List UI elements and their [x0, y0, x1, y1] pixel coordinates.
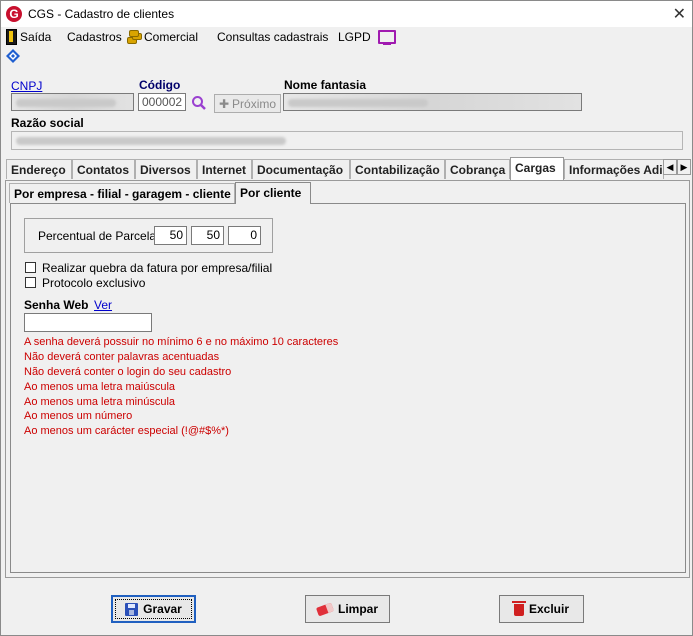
tab-scroll-left-icon[interactable]: ◀ — [663, 159, 677, 175]
menu-bar: Saída Cadastros Comercial Consultas cada… — [1, 27, 692, 47]
eraser-icon — [315, 602, 335, 616]
title-bar: G CGS - Cadastro de clientes ✕ — [1, 1, 692, 27]
menu-cadastros-label: Cadastros — [67, 30, 122, 44]
senha-web-input[interactable] — [24, 313, 152, 332]
coins-icon — [127, 30, 142, 44]
excluir-button[interactable]: Excluir — [499, 595, 584, 623]
door-exit-icon — [6, 29, 17, 45]
cnpj-field[interactable] — [11, 93, 134, 111]
codigo-field[interactable]: 000002 — [138, 93, 186, 111]
tab-contabilizacao[interactable]: Contabilização — [350, 159, 445, 179]
protocolo-exclusivo-label: Protocolo exclusivo — [42, 276, 146, 290]
senha-rule-6: Ao menos um número — [24, 410, 133, 422]
ver-senha-link[interactable]: Ver — [94, 298, 112, 312]
senha-rule-7: Ao menos um carácter especial (!@#$%*) — [24, 425, 229, 437]
senha-rule-3: Não deverá conter o login do seu cadastr… — [24, 366, 232, 378]
excluir-label: Excluir — [528, 602, 570, 616]
tab-cobranca[interactable]: Cobrança — [445, 159, 510, 179]
tab-documentacao[interactable]: Documentação — [252, 159, 350, 179]
razao-social-field[interactable] — [11, 131, 683, 150]
menu-consultas-label: Consultas cadastrais — [217, 30, 329, 44]
tab-diversos[interactable]: Diversos — [135, 159, 197, 179]
percentual-field-1[interactable]: 50 — [154, 226, 187, 245]
menu-saida[interactable]: Saída — [6, 29, 51, 45]
app-logo-icon: G — [6, 6, 22, 22]
tab-endereco[interactable]: Endereço — [6, 159, 72, 179]
quebra-fatura-checkbox[interactable] — [25, 262, 36, 273]
limpar-label: Limpar — [337, 602, 378, 616]
menu-comercial[interactable]: Comercial — [127, 29, 198, 45]
search-icon[interactable] — [191, 95, 207, 111]
menu-comercial-label: Comercial — [144, 30, 199, 44]
proximo-button[interactable]: ✚ Próximo — [214, 94, 281, 113]
main-window: G CGS - Cadastro de clientes ✕ Saída Cad… — [0, 0, 693, 636]
gravar-label: Gravar — [143, 602, 182, 616]
plus-icon: ✚ — [218, 96, 230, 111]
proximo-label: Próximo — [232, 96, 277, 111]
cnpj-link[interactable]: CNPJ — [11, 79, 42, 93]
senha-rule-2: Não deverá conter palavras acentuadas — [24, 351, 220, 363]
main-tabs: Endereço Contatos Diversos Internet Docu… — [6, 157, 690, 180]
tab-scroll-right-icon[interactable]: ▶ — [677, 159, 691, 175]
nome-fantasia-field[interactable] — [283, 93, 582, 111]
percentual-label: Percentual de Parcelas — [38, 229, 163, 243]
percentual-field-2[interactable]: 50 — [191, 226, 224, 245]
senha-rule-4: Ao menos uma letra maiúscula — [24, 381, 176, 393]
senha-web-label: Senha Web — [24, 298, 89, 312]
protocolo-exclusivo-checkbox[interactable] — [25, 277, 36, 288]
close-icon[interactable]: ✕ — [673, 4, 686, 24]
diamond-tool-icon[interactable] — [6, 49, 20, 63]
gravar-button[interactable]: Gravar — [111, 595, 196, 623]
limpar-button[interactable]: Limpar — [305, 595, 390, 623]
menu-cadastros[interactable]: Cadastros — [67, 29, 122, 45]
tab-cargas[interactable]: Cargas — [510, 157, 564, 180]
save-icon — [125, 602, 139, 616]
subtab-por-empresa[interactable]: Por empresa - filial - garagem - cliente — [9, 183, 235, 203]
tab-informacoes-adicionais[interactable]: Informações Adi — [564, 159, 664, 179]
codigo-label: Código — [139, 78, 181, 92]
percentual-field-3[interactable]: 0 — [228, 226, 261, 245]
menu-consultas-cadastrais[interactable]: Consultas cadastrais — [217, 29, 328, 45]
window-title: CGS - Cadastro de clientes — [28, 7, 175, 21]
tab-contatos[interactable]: Contatos — [72, 159, 135, 179]
subtab-por-cliente[interactable]: Por cliente — [235, 182, 311, 204]
monitor-icon — [377, 30, 396, 45]
quebra-fatura-label: Realizar quebra da fatura por empresa/fi… — [42, 261, 273, 275]
senha-rule-1: A senha deverá possuir no mínimo 6 e no … — [24, 336, 339, 348]
nome-fantasia-label: Nome fantasia — [284, 78, 367, 92]
menu-saida-label: Saída — [20, 30, 52, 44]
tab-internet[interactable]: Internet — [197, 159, 252, 179]
senha-rule-5: Ao menos uma letra minúscula — [24, 396, 176, 408]
menu-lgpd[interactable]: LGPD — [338, 29, 396, 45]
trash-icon — [511, 601, 526, 616]
menu-lgpd-label: LGPD — [338, 30, 371, 44]
razao-social-label: Razão social — [11, 116, 84, 130]
